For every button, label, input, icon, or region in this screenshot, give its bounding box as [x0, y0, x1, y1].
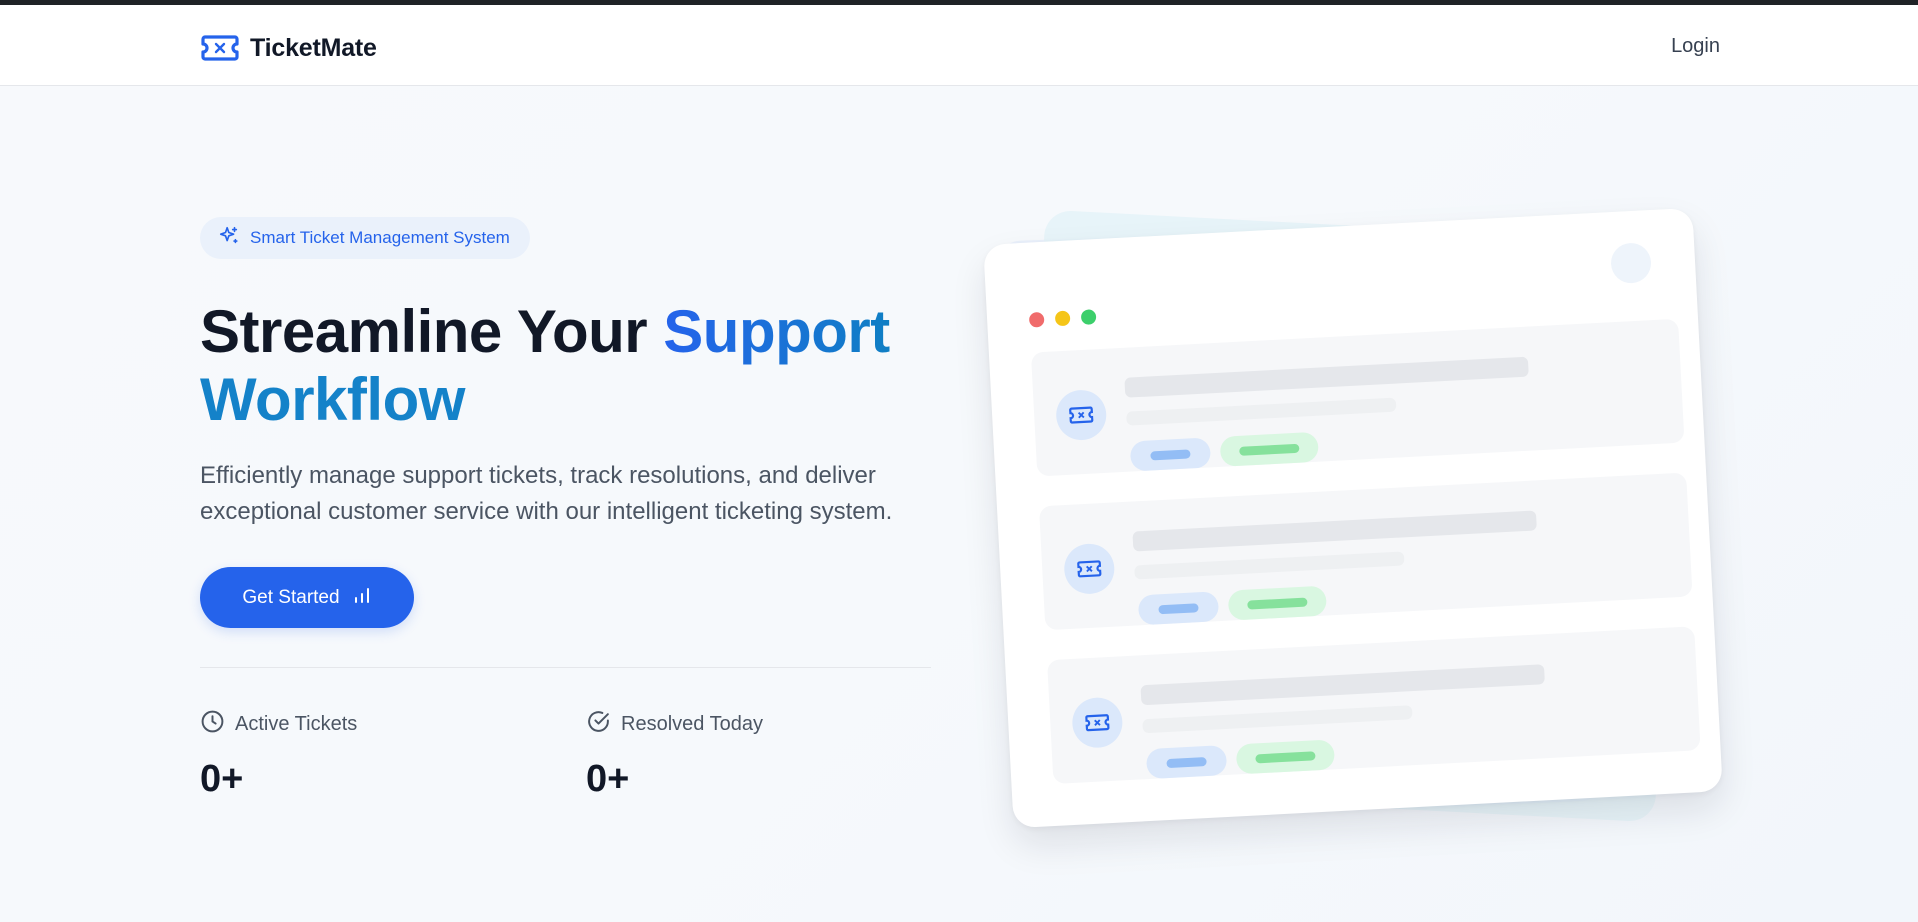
navbar: TicketMate Login [0, 5, 1918, 86]
badge-text: Smart Ticket Management System [250, 228, 510, 247]
headline-accent-workflow: Workflow [200, 365, 465, 433]
cta-label: Get Started [242, 586, 340, 608]
stat-label: Active Tickets [235, 713, 358, 735]
ticket-row-placeholder [1038, 472, 1693, 631]
ticket-icon [1063, 542, 1116, 596]
ticket-row-placeholder [1047, 626, 1701, 785]
brand-name: TicketMate [250, 33, 377, 62]
maximize-dot [1080, 309, 1097, 325]
ticket-row-placeholder [1030, 318, 1685, 477]
headline-accent-support: Support [663, 298, 890, 365]
window-controls [1028, 309, 1097, 328]
ticket-icon [200, 33, 240, 63]
divider [200, 667, 931, 668]
headline-part1: Streamline Your [200, 298, 664, 365]
bar-chart-icon [352, 585, 372, 611]
check-circle-icon [586, 709, 611, 740]
hero-description: Efficiently manage support tickets, trac… [200, 462, 893, 525]
stat-value: 0+ [586, 758, 630, 800]
brand-logo-link[interactable]: TicketMate [200, 30, 377, 66]
close-dot [1028, 311, 1045, 328]
ticket-icon [1071, 696, 1124, 749]
minimize-dot [1054, 310, 1071, 327]
get-started-button[interactable]: Get Started [200, 567, 414, 628]
dashboard-illustration [970, 186, 1750, 846]
sparkles-icon [218, 225, 240, 252]
stat-value: 0+ [200, 758, 244, 800]
ticket-icon [1054, 388, 1108, 442]
stat-active-tickets: Active Tickets 0+ [200, 709, 357, 801]
clock-icon [200, 709, 225, 740]
stat-resolved-today: Resolved Today 0+ [586, 709, 763, 801]
feature-badge: Smart Ticket Management System [200, 217, 530, 259]
page-title: Streamline Your Support Workflow [200, 298, 960, 434]
avatar-placeholder [1610, 242, 1653, 285]
stat-label: Resolved Today [621, 713, 763, 735]
login-link[interactable]: Login [1671, 35, 1720, 58]
illustration-window [983, 207, 1723, 829]
hero-section: Smart Ticket Management System Streamlin… [0, 86, 1918, 922]
